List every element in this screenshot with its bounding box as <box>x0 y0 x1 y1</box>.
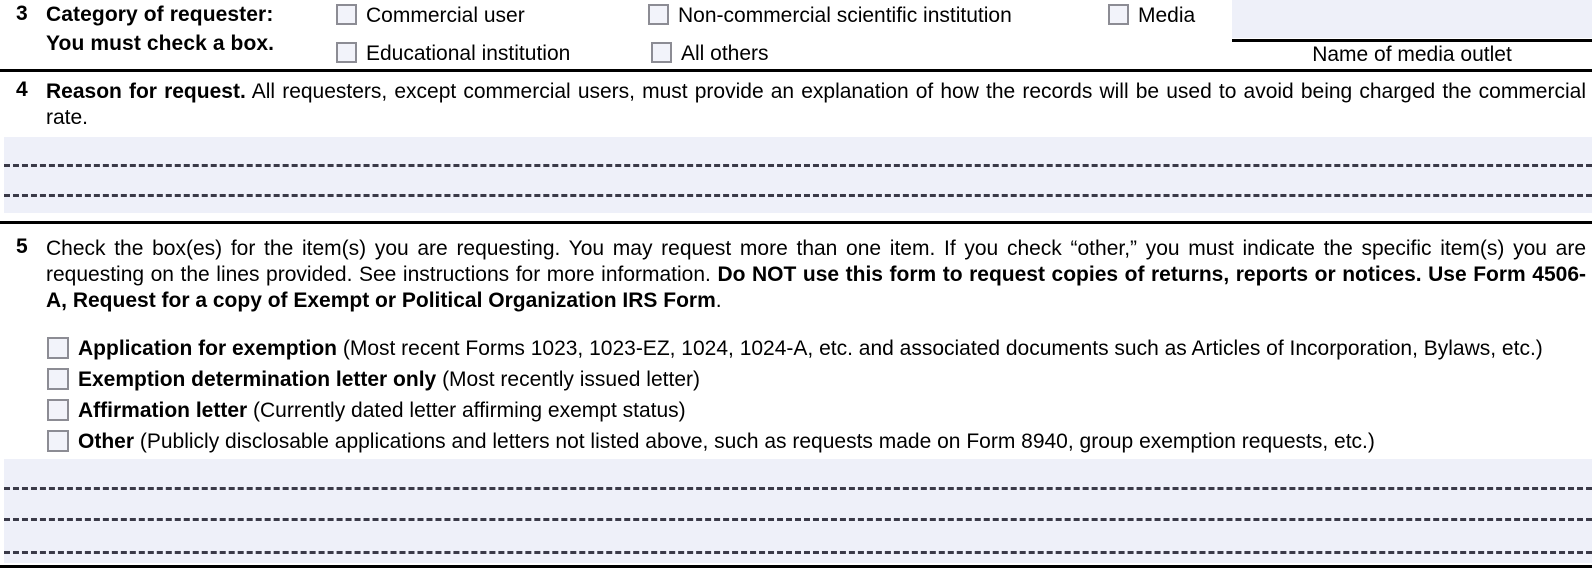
label-educational-institution: Educational institution <box>366 42 571 65</box>
line-5-body-part-2: . <box>715 289 722 312</box>
line-5-entry-area[interactable] <box>4 459 1592 563</box>
irs-form-4506b-section: 3 Category of requester: You must check … <box>0 0 1592 570</box>
checkbox-other[interactable] <box>47 430 69 452</box>
line-5-number: 5 <box>16 235 28 258</box>
label-exemption-determination-letter-only-bold: Exemption determination letter only <box>78 368 437 391</box>
line-4-write-line-1 <box>4 164 1592 167</box>
label-commercial-user: Commercial user <box>366 4 525 27</box>
label-application-for-exemption-bold: Application for exemption <box>78 337 338 360</box>
line-5-write-line-2 <box>4 518 1592 521</box>
line-5-write-line-3 <box>4 551 1592 554</box>
label-non-commercial-scientific-institution: Non-commercial scientific institution <box>678 4 1012 27</box>
label-other: Other (Publicly disclosable applications… <box>78 431 1375 452</box>
line-4-write-line-2 <box>4 194 1592 197</box>
checkbox-commercial-user[interactable] <box>336 4 357 25</box>
divider-bottom <box>0 565 1592 568</box>
line-4-instruction-text: Reason for request. All requesters, exce… <box>46 79 1586 131</box>
line-3-label-secondary: You must check a box. <box>46 32 275 55</box>
label-affirmation-letter: Affirmation letter (Currently dated lett… <box>78 400 686 421</box>
line-4-body: All requesters, except commercial users,… <box>46 80 1586 129</box>
label-exemption-determination-letter-only-rest: (Most recently issued letter) <box>436 368 700 391</box>
label-other-rest: (Publicly disclosable applications and l… <box>134 430 1375 453</box>
checkbox-application-for-exemption[interactable] <box>47 337 69 359</box>
checkbox-exemption-determination-letter-only[interactable] <box>47 368 69 390</box>
checkbox-all-others[interactable] <box>651 42 672 63</box>
label-media: Media <box>1138 4 1196 27</box>
checkbox-educational-institution[interactable] <box>336 42 357 63</box>
label-affirmation-letter-rest: (Currently dated letter affirming exempt… <box>247 399 686 422</box>
media-outlet-underline <box>1232 39 1592 42</box>
label-affirmation-letter-bold: Affirmation letter <box>78 399 248 422</box>
label-application-for-exemption: Application for exemption (Most recent F… <box>78 338 1543 359</box>
checkbox-media[interactable] <box>1108 4 1129 25</box>
line-4-number: 4 <box>16 78 28 101</box>
label-exemption-determination-letter-only: Exemption determination letter only (Mos… <box>78 369 700 390</box>
line-3-category-of-requester: 3 Category of requester: You must check … <box>0 0 1592 69</box>
checkbox-non-commercial-scientific-institution[interactable] <box>648 4 669 25</box>
divider-line-3-4 <box>0 69 1592 72</box>
label-other-bold: Other <box>78 430 135 453</box>
line-4-entry-area[interactable] <box>4 137 1592 213</box>
checkbox-affirmation-letter[interactable] <box>47 399 69 421</box>
media-outlet-caption: Name of media outlet <box>1312 43 1512 66</box>
line-4-heading: Reason for request. <box>46 80 246 103</box>
media-outlet-input[interactable] <box>1232 0 1592 38</box>
line-3-number: 3 <box>16 2 28 25</box>
divider-line-4-5 <box>0 221 1592 224</box>
line-5-instruction-text: Check the box(es) for the item(s) you ar… <box>46 236 1586 314</box>
line-3-label-primary: Category of requester: <box>46 3 274 26</box>
label-application-for-exemption-rest: (Most recent Forms 1023, 1023-EZ, 1024, … <box>337 337 1543 360</box>
line-5-write-line-1 <box>4 487 1592 490</box>
label-all-others: All others <box>681 42 769 65</box>
